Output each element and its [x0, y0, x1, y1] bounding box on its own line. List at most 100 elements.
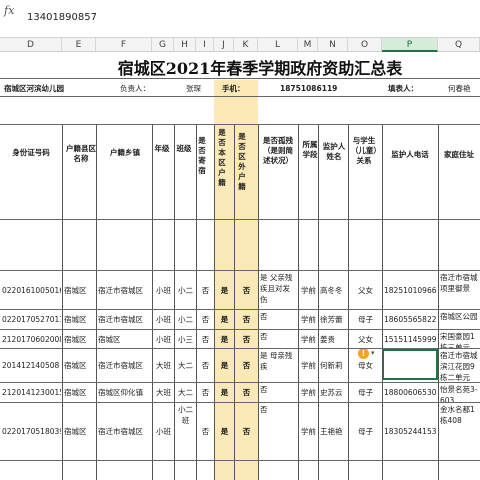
cell-outside[interactable]: 否 [236, 360, 257, 371]
cell-id[interactable]: 02201610050167 [2, 285, 61, 296]
cell-class[interactable]: 小二 [176, 314, 195, 325]
cell-grade[interactable]: 大班 [154, 360, 173, 371]
cell-orphan[interactable]: 是 父亲残疾且对发伤 [260, 272, 297, 305]
cell-local[interactable]: 是 [216, 387, 233, 398]
cell-town[interactable]: 宿迁市宿城区 [98, 426, 151, 437]
cell-relation[interactable]: 母子 [350, 314, 381, 325]
column-header-l[interactable]: L [258, 38, 298, 52]
cell-phone[interactable]: 18605565822 [384, 314, 437, 325]
cell-relation[interactable]: 母子 [350, 426, 381, 437]
cell-outside[interactable]: 否 [236, 314, 257, 325]
cell-relation[interactable]: 父女 [350, 285, 381, 296]
cell-local[interactable]: 是 [216, 426, 233, 437]
cell-boarding[interactable]: 否 [198, 334, 213, 345]
cell-class[interactable]: 小三 [176, 334, 195, 345]
cell-guardian[interactable]: 王艳艳 [320, 426, 347, 437]
cell-local[interactable]: 是 [216, 285, 233, 296]
phone-label[interactable]: 手机： [222, 83, 262, 94]
cell-relation[interactable]: 母女 [350, 360, 381, 371]
column-header-h[interactable]: H [174, 38, 196, 52]
cell-relation[interactable]: 父女 [350, 334, 381, 345]
filler-label[interactable]: 填表人： [388, 83, 428, 94]
cell-stage[interactable]: 学前 [300, 426, 317, 437]
cell-grade[interactable]: 小班 [154, 314, 173, 325]
column-header-j[interactable]: J [214, 38, 234, 52]
cell-district[interactable]: 宿城区 [64, 334, 95, 345]
cell-orphan[interactable]: 是 母亲残疾 [260, 350, 297, 372]
cell-grade[interactable]: 小班 [154, 426, 173, 437]
cell-district[interactable]: 宿城区 [64, 387, 95, 398]
cell-id[interactable]: 21201412300152 [2, 387, 61, 398]
column-header-i[interactable]: I [196, 38, 214, 52]
formula-bar[interactable]: fx 13401890857 [0, 0, 480, 38]
dropdown-arrow-icon[interactable]: ▾ [371, 349, 375, 357]
cell-outside[interactable]: 否 [236, 426, 257, 437]
cell-class[interactable]: 小二班 [176, 404, 195, 426]
cell-phone[interactable]: 18251010966 [384, 285, 437, 296]
cell-guardian[interactable]: 史苏云 [320, 387, 347, 398]
cell-outside[interactable]: 否 [236, 334, 257, 345]
cell-guardian[interactable]: 徐芳蕾 [320, 314, 347, 325]
column-header-d[interactable]: D [0, 38, 62, 52]
cell-guardian[interactable]: 姜贵 [320, 334, 347, 345]
cell-id[interactable]: 21201706020084 [2, 334, 61, 345]
filler-name[interactable]: 何春艳 [448, 83, 480, 94]
cell-outside[interactable]: 否 [236, 387, 257, 398]
cell-id[interactable]: 201412140508 [2, 360, 61, 371]
cell-outside[interactable]: 否 [236, 285, 257, 296]
cell-orphan[interactable]: 否 [260, 331, 297, 342]
header-guardian[interactable]: 监护人姓名 [320, 142, 348, 162]
column-header-k[interactable]: K [234, 38, 258, 52]
cell-address[interactable]: 怡景名苑3-603 [440, 384, 479, 402]
cell-stage[interactable]: 学前 [300, 360, 317, 371]
header-id[interactable]: 身份证号码 [0, 148, 62, 158]
cell-orphan[interactable]: 否 [260, 311, 297, 322]
cell-stage[interactable]: 学前 [300, 387, 317, 398]
header-class[interactable]: 班级 [176, 144, 192, 154]
cell-stage[interactable]: 学前 [300, 314, 317, 325]
header-grade[interactable]: 年级 [154, 144, 170, 154]
header-district[interactable]: 户籍县区名称 [66, 144, 96, 164]
cell-town[interactable]: 宿迁市宿城区 [98, 360, 151, 371]
cell-orphan[interactable]: 否 [260, 384, 297, 395]
cell-address[interactable]: 宿迁市宿城滨江花园9栋二单元301 [440, 350, 479, 382]
cell-grade[interactable]: 小班 [154, 334, 173, 345]
cell-district[interactable]: 宿城区 [64, 314, 95, 325]
cell-grade[interactable]: 小班 [154, 285, 173, 296]
cell-phone[interactable]: 18800606530 [384, 387, 437, 398]
cell-class[interactable]: 大二 [176, 387, 195, 398]
column-header-p[interactable]: P [382, 38, 438, 52]
leader-label[interactable]: 负责人： [120, 83, 170, 94]
column-header-q[interactable]: Q [438, 38, 480, 52]
cell-town[interactable]: 宿迁市宿城区 [98, 314, 151, 325]
cell-boarding[interactable]: 否 [198, 314, 213, 325]
column-header-g[interactable]: G [152, 38, 174, 52]
fx-icon[interactable]: fx [4, 4, 14, 17]
column-header-f[interactable]: F [96, 38, 152, 52]
cell-grade[interactable]: 大班 [154, 387, 173, 398]
cell-class[interactable]: 小二 [176, 285, 195, 296]
cell-stage[interactable]: 学前 [300, 285, 317, 296]
cell-id[interactable]: 02201705180394 [2, 426, 61, 437]
cell-guardian[interactable]: 何新莉 [320, 360, 347, 371]
formula-bar-value[interactable]: 13401890857 [27, 12, 97, 23]
cell-orphan[interactable]: 否 [260, 404, 297, 415]
cell-address[interactable]: 宿城区公园 [440, 311, 479, 322]
leader-name[interactable]: 张琛 [186, 83, 216, 94]
header-local[interactable]: 是否本区户籍 [216, 128, 228, 188]
column-header-o[interactable]: O [348, 38, 382, 52]
cell-address[interactable]: 宿迁市宿城项里御景 [440, 272, 479, 294]
cell-guardian[interactable]: 高冬冬 [320, 285, 347, 296]
cell-town[interactable]: 宿城区 [98, 334, 151, 345]
cell-address[interactable]: 宋国豪园1栋三单元 [440, 331, 479, 348]
leader-phone[interactable]: 18751086119 [280, 83, 360, 94]
spreadsheet-grid[interactable]: 宿城区2021年春季学期政府资助汇总表 宿城区河滨幼儿园 负责人： 张琛 手机：… [0, 52, 480, 480]
column-header-e[interactable]: E [62, 38, 96, 52]
cell-boarding[interactable]: 否 [198, 285, 213, 296]
header-relation[interactable]: 与学生（儿童）关系 [350, 136, 378, 166]
cell-district[interactable]: 宿城区 [64, 360, 95, 371]
cell-boarding[interactable]: 否 [198, 387, 213, 398]
column-header-m[interactable]: M [298, 38, 318, 52]
header-outside[interactable]: 是否区外户籍 [236, 132, 248, 192]
cell-boarding[interactable]: 否 [198, 426, 213, 437]
